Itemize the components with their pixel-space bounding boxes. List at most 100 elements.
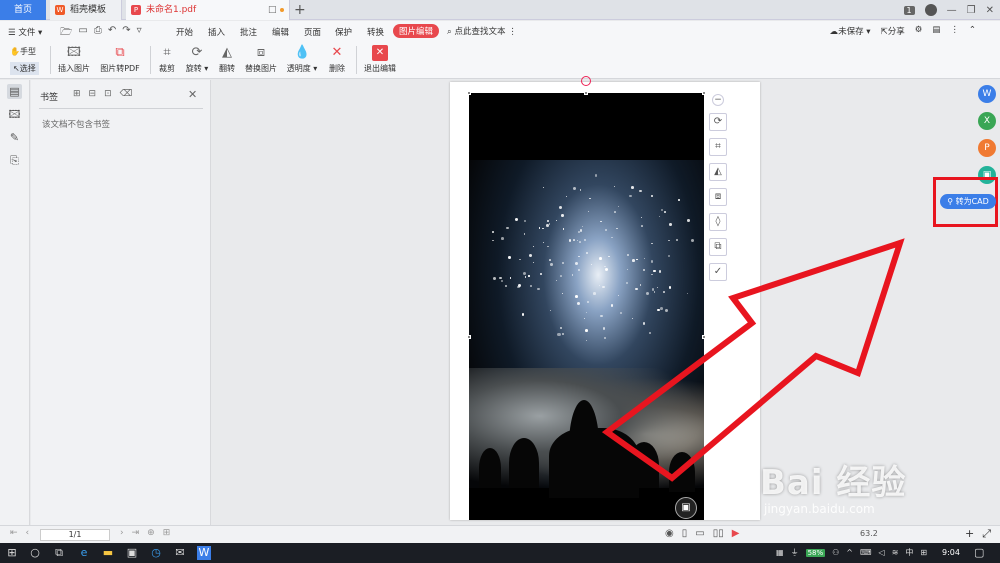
start-icon[interactable]: ⊞: [5, 546, 19, 560]
flip-icon[interactable]: ◭: [709, 163, 727, 181]
system-clock[interactable]: 9:04: [942, 548, 960, 557]
clock-app-icon[interactable]: ◷: [149, 546, 163, 560]
menu-start[interactable]: 开始: [176, 26, 193, 38]
redo-icon[interactable]: ↷: [122, 25, 130, 42]
collapse-icon[interactable]: ⌃: [969, 25, 976, 37]
insert-image-button[interactable]: 🖾 插入图片: [56, 45, 92, 74]
search-box[interactable]: ⌕ 点此查找文本 ⋮: [447, 25, 517, 37]
two-page-icon[interactable]: ▯▯: [713, 528, 724, 539]
menu-file[interactable]: ☰ 文件 ▾: [8, 26, 42, 38]
convert-word-icon[interactable]: W: [978, 85, 996, 103]
restore-button[interactable]: ❐: [967, 5, 976, 16]
page-number-input[interactable]: 1/1: [40, 529, 110, 541]
resize-handle[interactable]: [702, 91, 706, 95]
minimize-button[interactable]: —: [947, 5, 957, 16]
attachment-icon[interactable]: ⎘: [7, 153, 22, 168]
play-icon[interactable]: ▶: [732, 528, 740, 539]
grid-icon[interactable]: ⊞: [920, 548, 927, 557]
plug-icon[interactable]: ⏚: [791, 547, 799, 558]
prev-page-icon[interactable]: ‹: [26, 528, 30, 538]
replace-image-button[interactable]: ⧈ 替换图片: [244, 45, 278, 74]
image-to-pdf-button[interactable]: ⧉ 图片转PDF: [98, 45, 142, 74]
store-icon[interactable]: ▣: [125, 546, 139, 560]
edge-icon[interactable]: e: [77, 546, 91, 560]
image-icon[interactable]: ▣: [675, 497, 697, 519]
convert-excel-icon[interactable]: X: [978, 112, 996, 130]
chevron-up-icon[interactable]: ^: [846, 548, 853, 557]
wifi-icon[interactable]: ≋: [892, 548, 899, 557]
selected-image[interactable]: [469, 93, 704, 520]
crop-button[interactable]: ⌗ 裁剪: [155, 45, 179, 74]
crop-icon[interactable]: ⌗: [709, 138, 727, 156]
tab-template[interactable]: W 稻壳模板: [50, 0, 122, 20]
exit-edit-button[interactable]: ✕ 退出编辑: [362, 45, 398, 74]
close-window-button[interactable]: ✕: [986, 5, 994, 16]
menu-page[interactable]: 页面: [304, 26, 321, 38]
droplet-icon[interactable]: ◊: [709, 213, 727, 231]
keyboard-icon[interactable]: ⌨: [860, 548, 872, 557]
bookmark-panel-icon[interactable]: ▤: [7, 84, 22, 99]
check-icon[interactable]: ✓: [709, 263, 727, 281]
select-tool-button[interactable]: ↖选择: [10, 62, 39, 75]
mail-icon[interactable]: ✉: [173, 546, 187, 560]
edit-bookmark-icon[interactable]: ⊡: [104, 89, 112, 99]
print-icon[interactable]: ⎙: [94, 25, 102, 42]
rotate-button[interactable]: ⟳ 旋转 ▾: [184, 45, 210, 74]
menu-protect[interactable]: 保护: [335, 26, 352, 38]
replace-image-icon[interactable]: ⧈: [709, 188, 727, 206]
menu-image-edit[interactable]: 图片编辑: [393, 24, 440, 38]
thumbnail-icon[interactable]: 🖾: [7, 107, 22, 122]
search-circle-icon[interactable]: ○: [28, 546, 42, 560]
avatar[interactable]: [924, 4, 937, 16]
delete-button[interactable]: ✕ 删除: [326, 45, 348, 74]
new-tab-button[interactable]: +: [294, 0, 306, 20]
fullscreen-icon[interactable]: ⤢: [982, 527, 991, 541]
share-button[interactable]: ⇱分享: [881, 25, 905, 37]
single-page-icon[interactable]: ▯: [682, 528, 688, 539]
first-page-icon[interactable]: ⇤: [10, 528, 18, 538]
save-icon[interactable]: ▭: [78, 25, 87, 42]
menu-convert[interactable]: 转换: [367, 26, 384, 38]
zoom-in-icon[interactable]: +: [965, 527, 974, 541]
resize-handle[interactable]: [584, 91, 588, 95]
tab-home[interactable]: 首页: [0, 0, 46, 20]
battery-level[interactable]: 58%: [805, 548, 826, 557]
insert-page-icon[interactable]: ⊞: [163, 528, 171, 538]
convert-cad-button[interactable]: ⚲ 转为CAD: [940, 194, 996, 209]
eye-icon[interactable]: ◉: [665, 528, 674, 539]
window-count-badge[interactable]: 1: [903, 5, 915, 15]
settings-icon[interactable]: ⚙: [915, 25, 923, 37]
expand-bookmark-icon[interactable]: ⊟: [89, 89, 97, 99]
close-panel-button[interactable]: ✕: [188, 88, 197, 101]
comment-icon[interactable]: ▤: [932, 25, 940, 37]
rotate-handle[interactable]: [581, 76, 591, 86]
continuous-page-icon[interactable]: ▭: [695, 528, 704, 539]
explorer-icon[interactable]: ▬: [101, 546, 115, 560]
delete-bookmark-icon[interactable]: ⌫: [120, 89, 133, 99]
collapse-icon[interactable]: −: [712, 94, 724, 106]
menu-insert[interactable]: 插入: [208, 26, 225, 38]
annotation-icon[interactable]: ✎: [7, 130, 22, 145]
more-options-icon[interactable]: ⋮: [950, 25, 959, 37]
copy-icon[interactable]: ⧉: [709, 238, 727, 256]
people-icon[interactable]: ⚇: [832, 548, 839, 557]
tray-app-icon[interactable]: ▦: [776, 548, 784, 557]
customize-icon[interactable]: ▿: [137, 25, 142, 42]
tab-pdf-document[interactable]: P 未命名1.pdf □: [126, 0, 290, 20]
zoom-level[interactable]: 63.2: [860, 529, 878, 538]
resize-handle[interactable]: [702, 335, 706, 339]
hand-tool-button[interactable]: ✋手型: [10, 46, 36, 57]
undo-icon[interactable]: ↶: [108, 25, 116, 42]
last-page-icon[interactable]: ⇥: [132, 528, 140, 538]
menu-edit[interactable]: 编辑: [272, 26, 289, 38]
task-view-icon[interactable]: ⧉: [52, 546, 66, 560]
menu-annotate[interactable]: 批注: [240, 26, 257, 38]
rotate-icon[interactable]: ⟳: [709, 113, 727, 131]
resize-handle[interactable]: [467, 335, 471, 339]
opacity-button[interactable]: 💧 透明度 ▾: [286, 45, 318, 74]
convert-ppt-icon[interactable]: P: [978, 139, 996, 157]
tab-popout-icon[interactable]: □: [268, 0, 277, 20]
open-icon[interactable]: 🗁: [60, 25, 72, 42]
resize-handle[interactable]: [467, 91, 471, 95]
ime-indicator[interactable]: 中: [905, 547, 913, 558]
